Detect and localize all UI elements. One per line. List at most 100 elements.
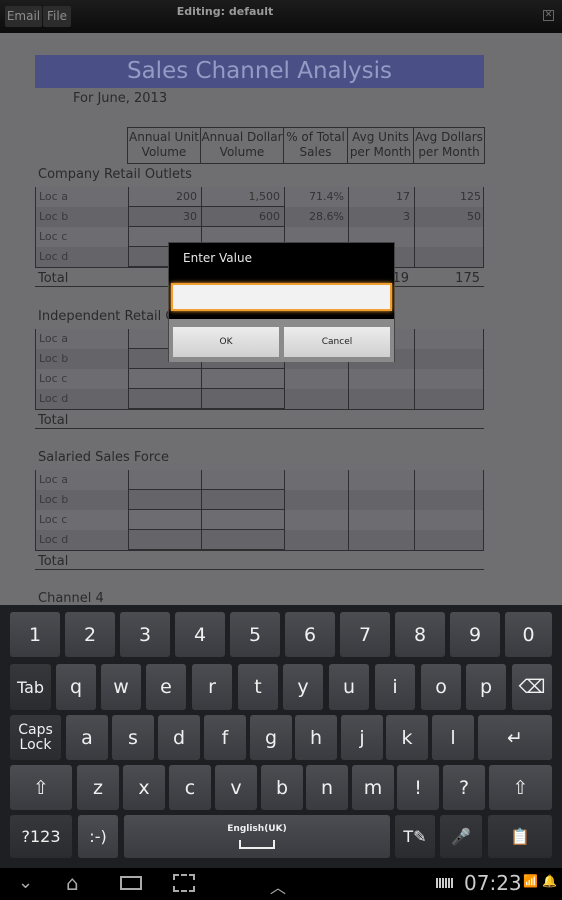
key-f[interactable]: f — [204, 715, 246, 760]
table-cell[interactable] — [128, 369, 201, 389]
table-cell[interactable] — [201, 490, 284, 510]
key-k[interactable]: k — [386, 715, 428, 760]
table-cell[interactable] — [201, 389, 284, 409]
key-r[interactable]: r — [192, 664, 232, 710]
table-cell[interactable] — [201, 470, 284, 490]
key-h[interactable]: h — [295, 715, 337, 760]
table-cell[interactable] — [348, 369, 414, 389]
key-z[interactable]: z — [77, 765, 119, 810]
table-cell[interactable] — [128, 490, 201, 510]
table-cell[interactable]: 3 — [348, 207, 414, 227]
key-b[interactable]: b — [261, 765, 303, 810]
table-cell[interactable] — [284, 389, 348, 409]
key-4[interactable]: 4 — [175, 612, 225, 657]
chevron-up-icon[interactable]: ︿ — [270, 874, 286, 898]
home-icon[interactable]: ⌂ — [66, 871, 79, 895]
table-cell[interactable] — [348, 490, 414, 510]
table-cell[interactable]: 30 — [128, 207, 201, 227]
table-cell[interactable] — [284, 530, 348, 550]
table-cell[interactable] — [284, 470, 348, 490]
table-cell[interactable] — [414, 389, 485, 409]
table-cell[interactable] — [414, 490, 485, 510]
table-cell[interactable] — [128, 389, 201, 409]
key-0[interactable]: 0 — [505, 612, 552, 657]
key-t[interactable]: t — [238, 664, 278, 710]
table-cell[interactable] — [128, 530, 201, 550]
table-cell[interactable] — [414, 530, 485, 550]
key-exclamation[interactable]: ! — [397, 765, 439, 810]
shift-key[interactable]: ⇧ — [489, 765, 552, 810]
table-cell[interactable] — [348, 510, 414, 530]
key-j[interactable]: j — [341, 715, 383, 760]
table-cell[interactable] — [348, 389, 414, 409]
key-g[interactable]: g — [250, 715, 292, 760]
enter-key[interactable]: ↵ — [478, 715, 552, 760]
key-2[interactable]: 2 — [65, 612, 115, 657]
key-m[interactable]: m — [352, 765, 394, 810]
table-cell[interactable] — [201, 369, 284, 389]
key-a[interactable]: a — [66, 715, 108, 760]
table-cell[interactable] — [414, 247, 485, 267]
key-x[interactable]: x — [123, 765, 165, 810]
table-cell[interactable] — [414, 470, 485, 490]
space-key[interactable]: English(UK) — [124, 815, 390, 858]
screenshot-icon[interactable] — [173, 874, 195, 892]
table-cell[interactable]: 71.4% — [284, 187, 348, 207]
table-cell[interactable] — [414, 510, 485, 530]
table-cell[interactable]: 200 — [128, 187, 201, 207]
table-cell[interactable] — [348, 470, 414, 490]
table-cell[interactable] — [414, 329, 485, 349]
table-cell[interactable] — [128, 510, 201, 530]
table-cell[interactable] — [284, 369, 348, 389]
key-q[interactable]: q — [56, 664, 96, 710]
key-n[interactable]: n — [306, 765, 348, 810]
key-d[interactable]: d — [158, 715, 200, 760]
mic-key[interactable]: 🎤 — [440, 815, 482, 858]
table-cell[interactable]: 17 — [348, 187, 414, 207]
key-y[interactable]: y — [283, 664, 323, 710]
key-3[interactable]: 3 — [120, 612, 170, 657]
table-cell[interactable]: 125 — [414, 187, 485, 207]
table-cell[interactable] — [128, 470, 201, 490]
ok-button[interactable]: OK — [173, 327, 279, 357]
table-cell[interactable] — [284, 490, 348, 510]
key-l[interactable]: l — [432, 715, 474, 760]
key-c[interactable]: c — [169, 765, 211, 810]
table-cell[interactable]: 50 — [414, 207, 485, 227]
table-cell[interactable] — [201, 530, 284, 550]
key-5[interactable]: 5 — [230, 612, 280, 657]
email-button[interactable]: Email — [5, 6, 42, 27]
table-cell[interactable]: 1,500 — [201, 187, 284, 207]
key-1[interactable]: 1 — [10, 612, 60, 657]
key-123[interactable]: ?123 — [10, 815, 72, 858]
key-e[interactable]: e — [146, 664, 186, 710]
table-cell[interactable] — [348, 530, 414, 550]
clipboard-key[interactable]: 📋 — [488, 815, 552, 858]
backspace-key[interactable]: ⌫ — [512, 664, 552, 710]
key-i[interactable]: i — [375, 664, 415, 710]
key-6[interactable]: 6 — [285, 612, 335, 657]
shift-key[interactable]: ⇧ — [10, 765, 72, 810]
key-question[interactable]: ? — [443, 765, 485, 810]
key-u[interactable]: u — [329, 664, 369, 710]
key-capslock[interactable]: Caps Lock — [10, 715, 61, 760]
table-cell[interactable] — [284, 510, 348, 530]
table-cell[interactable] — [414, 227, 485, 247]
recent-apps-icon[interactable] — [120, 876, 142, 890]
key-8[interactable]: 8 — [395, 612, 445, 657]
table-cell[interactable]: 600 — [201, 207, 284, 227]
key-w[interactable]: w — [101, 664, 141, 710]
key-s[interactable]: s — [112, 715, 154, 760]
back-icon[interactable]: ⌄ — [18, 872, 33, 893]
emoticon-key[interactable]: :-) — [78, 815, 118, 858]
close-icon[interactable]: ✕ — [543, 10, 554, 21]
key-p[interactable]: p — [466, 664, 506, 710]
key-v[interactable]: v — [215, 765, 257, 810]
file-button[interactable]: File — [43, 6, 71, 27]
table-cell[interactable]: 28.6% — [284, 207, 348, 227]
key-tab[interactable]: Tab — [10, 664, 51, 710]
key-9[interactable]: 9 — [450, 612, 500, 657]
table-cell[interactable] — [201, 510, 284, 530]
table-cell[interactable] — [414, 369, 485, 389]
key-o[interactable]: o — [421, 664, 461, 710]
